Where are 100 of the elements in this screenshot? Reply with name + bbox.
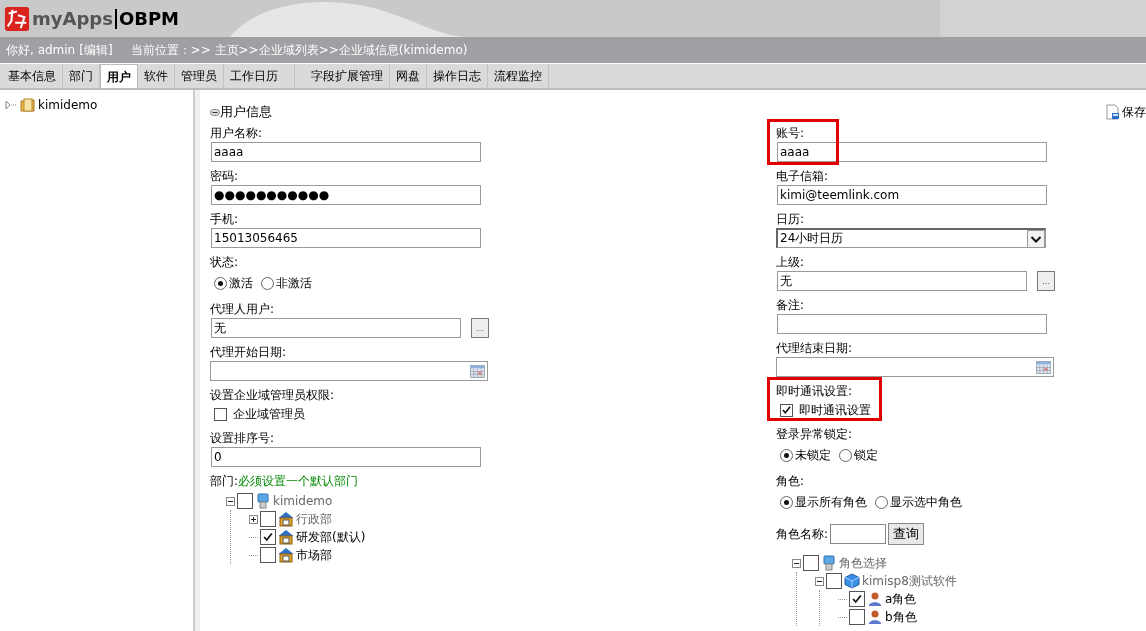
field-label: 上级: [776,254,806,271]
server-icon [821,555,837,571]
tab[interactable]: 基本信息 [2,64,63,88]
server-icon [255,493,271,509]
radio-button[interactable] [780,495,793,509]
checkbox[interactable] [849,609,865,625]
field-label: 代理开始日期: [210,344,288,361]
save-icon [1105,104,1121,120]
search-field[interactable] [830,524,887,544]
breadcrumb: 当前位置：>> 主页>>企业域列表>>企业域信息(kimidemo) [130,41,468,59]
tree-item[interactable]: kimidemo [273,494,333,508]
text-field[interactable]: kimi@teemlink.com [777,185,1047,205]
date-field[interactable] [776,357,1054,377]
calendar-dropdown[interactable]: 24小时日历 [776,228,1046,248]
date-field[interactable] [210,361,488,381]
checkbox[interactable] [780,403,793,417]
radio-label[interactable]: 激活 [229,274,253,292]
tab[interactable]: 网盘 [390,64,427,88]
radio-label[interactable]: 显示所有角色 [795,493,867,511]
person-icon [867,609,883,625]
collapse-icon[interactable] [815,576,824,586]
tab[interactable]: 软件 [138,64,175,88]
text-field[interactable]: 无 [211,318,461,338]
field-label: 角色名称: [776,525,829,543]
search-button[interactable]: 查询 [888,523,925,545]
checkbox[interactable] [237,493,253,509]
section-title: 用户信息 [220,103,272,121]
checkbox[interactable] [260,511,276,527]
field-label: 即时通讯设置: [776,383,854,400]
checkbox-label[interactable]: 企业域管理员 [233,405,305,423]
collapse-icon[interactable] [792,558,801,568]
field-label: 密码: [210,168,240,185]
field-label: 备注: [776,297,806,314]
logo-text: myApps [32,8,113,29]
field-label: 角色: [776,473,806,490]
radio-label[interactable]: 显示选中角色 [890,493,962,511]
tab[interactable]: 流程监控 [488,64,549,88]
checkbox-label[interactable]: 即时通讯设置 [799,401,871,419]
field-label: 状态: [210,254,240,271]
tree-item[interactable]: kimisp8测试软件 [862,572,957,590]
checkbox[interactable] [849,591,865,607]
house-icon [278,511,294,527]
hint-text: 必须设置一个默认部门 [238,473,359,490]
tab[interactable]: 字段扩展管理 [295,64,390,88]
checkbox[interactable] [826,573,842,589]
logo-icon [4,5,30,32]
save-button[interactable]: 保存 [1105,103,1146,121]
browse-button[interactable]: ... [1037,271,1055,291]
tab[interactable]: 用户 [100,64,138,88]
field-label: 手机: [210,211,240,228]
house-icon [278,529,294,545]
tab[interactable]: 操作日志 [427,64,488,88]
tab[interactable]: 工作日历 [224,64,295,88]
checkbox[interactable] [214,407,227,421]
radio-button[interactable] [839,448,852,462]
field-label: 登录异常锁定: [776,426,854,443]
tree-item[interactable]: 行政部 [296,510,332,528]
text-field[interactable]: ●●●●●●●●●●● [211,185,481,205]
folder-icon [20,96,36,113]
greeting: 你好, admin [6,41,76,59]
text-field[interactable]: 15013056465 [211,228,481,248]
field-label: 代理人用户: [210,301,276,318]
text-field[interactable] [777,314,1047,334]
field-label: 电子信箱: [776,168,830,185]
tree-item[interactable]: 研发部(默认) [296,528,366,546]
radio-button[interactable] [214,276,227,290]
calendar-icon [470,364,485,378]
text-field[interactable]: 无 [777,271,1027,291]
radio-label[interactable]: 未锁定 [795,446,831,464]
checkbox[interactable] [803,555,819,571]
tree-item[interactable]: 角色选择 [839,554,887,572]
radio-label[interactable]: 锁定 [854,446,878,464]
calendar-icon [1036,360,1051,374]
house-icon [278,547,294,563]
text-field[interactable]: aaaa [211,142,481,162]
radio-button[interactable] [780,448,793,462]
tree-item[interactable]: b角色 [885,608,917,626]
cube-icon [844,573,860,589]
radio-label[interactable]: 非激活 [276,274,312,292]
field-label: 代理结束日期: [776,340,854,357]
checkbox[interactable] [260,547,276,563]
tree-item[interactable]: a角色 [885,590,917,608]
collapse-icon[interactable] [226,496,235,506]
expand-icon[interactable] [249,514,258,524]
browse-button[interactable]: ... [471,318,489,338]
field-label: 设置排序号: [210,430,276,447]
field-label: 账号: [776,125,806,142]
text-field[interactable]: 0 [211,447,481,467]
tab[interactable]: 管理员 [175,64,224,88]
tree-item[interactable]: kimidemo [38,97,98,112]
field-label: 用户名称: [210,125,264,142]
text-field[interactable]: aaaa [777,142,1047,162]
product-name: OBPM [114,8,180,29]
radio-button[interactable] [875,495,888,509]
radio-button[interactable] [261,276,274,290]
collapse-icon[interactable] [210,108,220,116]
checkbox[interactable] [260,529,276,545]
person-icon [867,591,883,607]
tree-item[interactable]: 市场部 [296,546,332,564]
field-label: 设置企业域管理员权限: [210,387,336,404]
